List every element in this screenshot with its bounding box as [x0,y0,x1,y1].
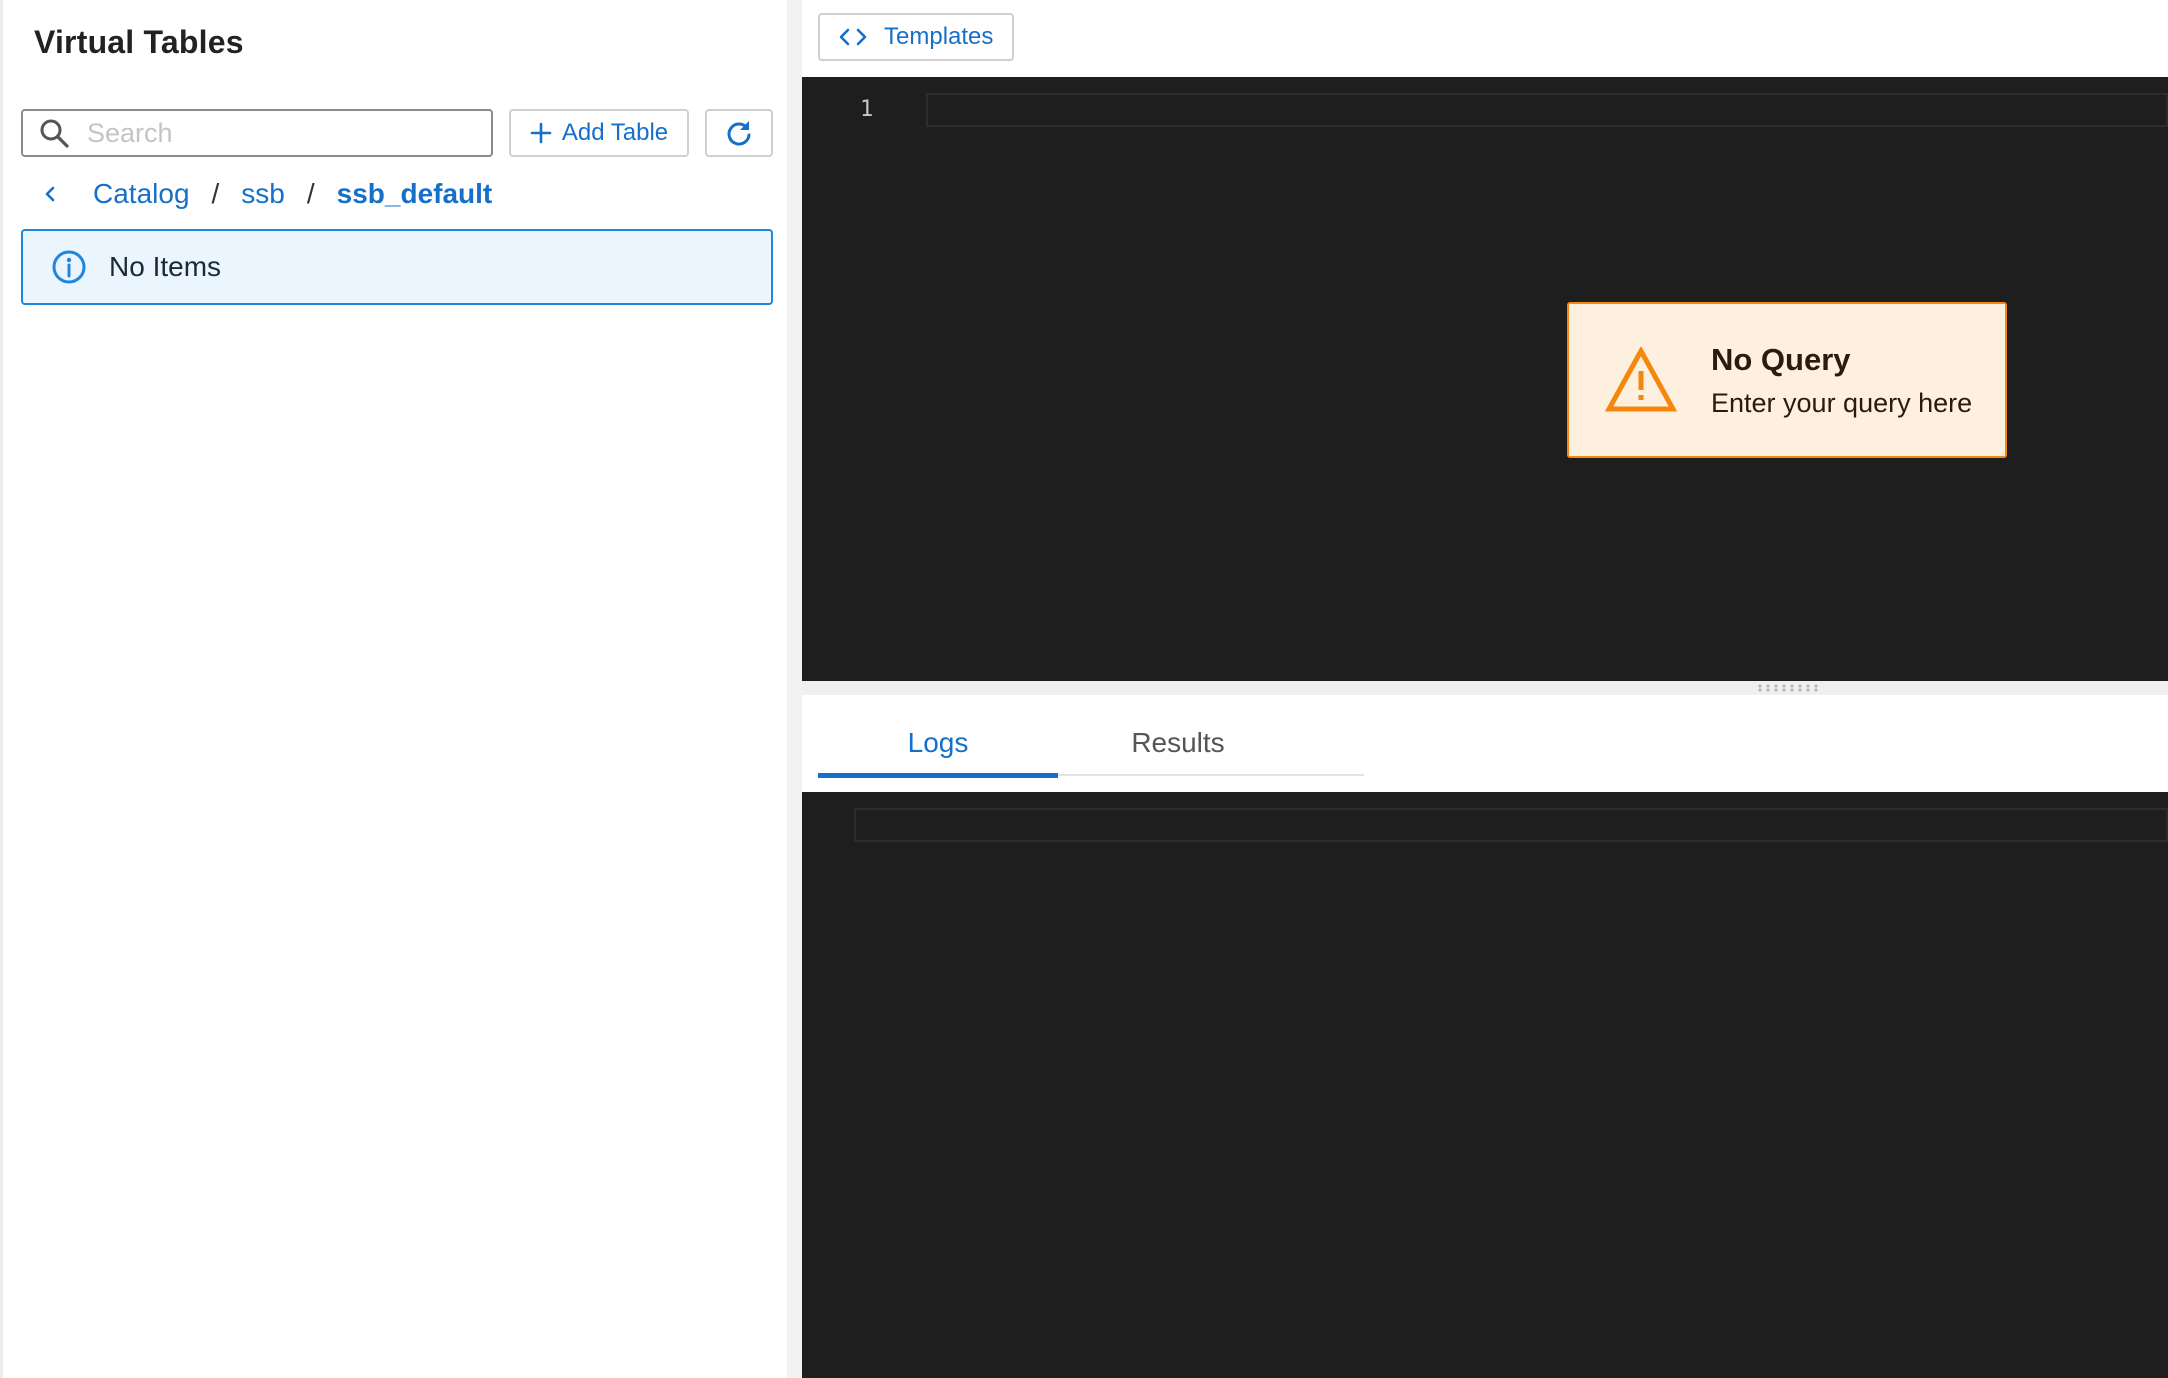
virtual-tables-panel: Virtual Tables Add Table [0,0,787,1378]
breadcrumb-ssb[interactable]: ssb [241,178,285,210]
refresh-icon [725,119,753,147]
panel-title: Virtual Tables [34,24,244,60]
templates-label: Templates [884,23,994,50]
log-line-highlight [854,808,2168,842]
warning-icon [1605,347,1677,413]
breadcrumb-catalog[interactable]: Catalog [93,178,190,210]
search-field[interactable] [21,109,493,157]
query-panel: Templates 1 No Query Enter your query he… [802,0,2168,1378]
refresh-button[interactable] [705,109,773,157]
breadcrumb-separator: / [211,178,220,209]
search-input[interactable] [85,116,465,150]
add-table-label: Add Table [561,119,669,146]
warning-message: Enter your query here [1711,387,1973,418]
add-table-button[interactable]: Add Table [509,109,689,157]
plus-icon [530,122,552,144]
logs-output[interactable] [802,792,2168,1378]
panel-splitter[interactable] [787,0,802,1378]
drag-handle-icon[interactable] [1756,684,1820,692]
breadcrumb: Catalog / ssb / ssb_default [43,174,492,214]
chevron-left-icon[interactable] [43,183,65,205]
search-icon [39,118,69,148]
sql-editor[interactable]: 1 No Query Enter your query here [802,77,2168,681]
templates-button[interactable]: Templates [818,13,1014,61]
breadcrumb-current: ssb_default [336,178,493,209]
breadcrumb-separator: / [306,178,315,209]
line-number: 1 [860,97,874,122]
no-query-warning: No Query Enter your query here [1567,302,2007,458]
no-items-alert: No Items [21,229,773,305]
code-icon [838,26,868,48]
warning-title: No Query [1711,341,1851,377]
output-tabs: Logs Results [818,710,1364,778]
no-items-text: No Items [109,251,222,282]
editor-resize-bar[interactable] [802,681,2168,695]
info-icon [51,249,87,285]
tab-logs[interactable]: Logs [818,710,1058,778]
tab-results[interactable]: Results [1058,710,1298,776]
current-line-highlight[interactable] [926,93,2168,127]
